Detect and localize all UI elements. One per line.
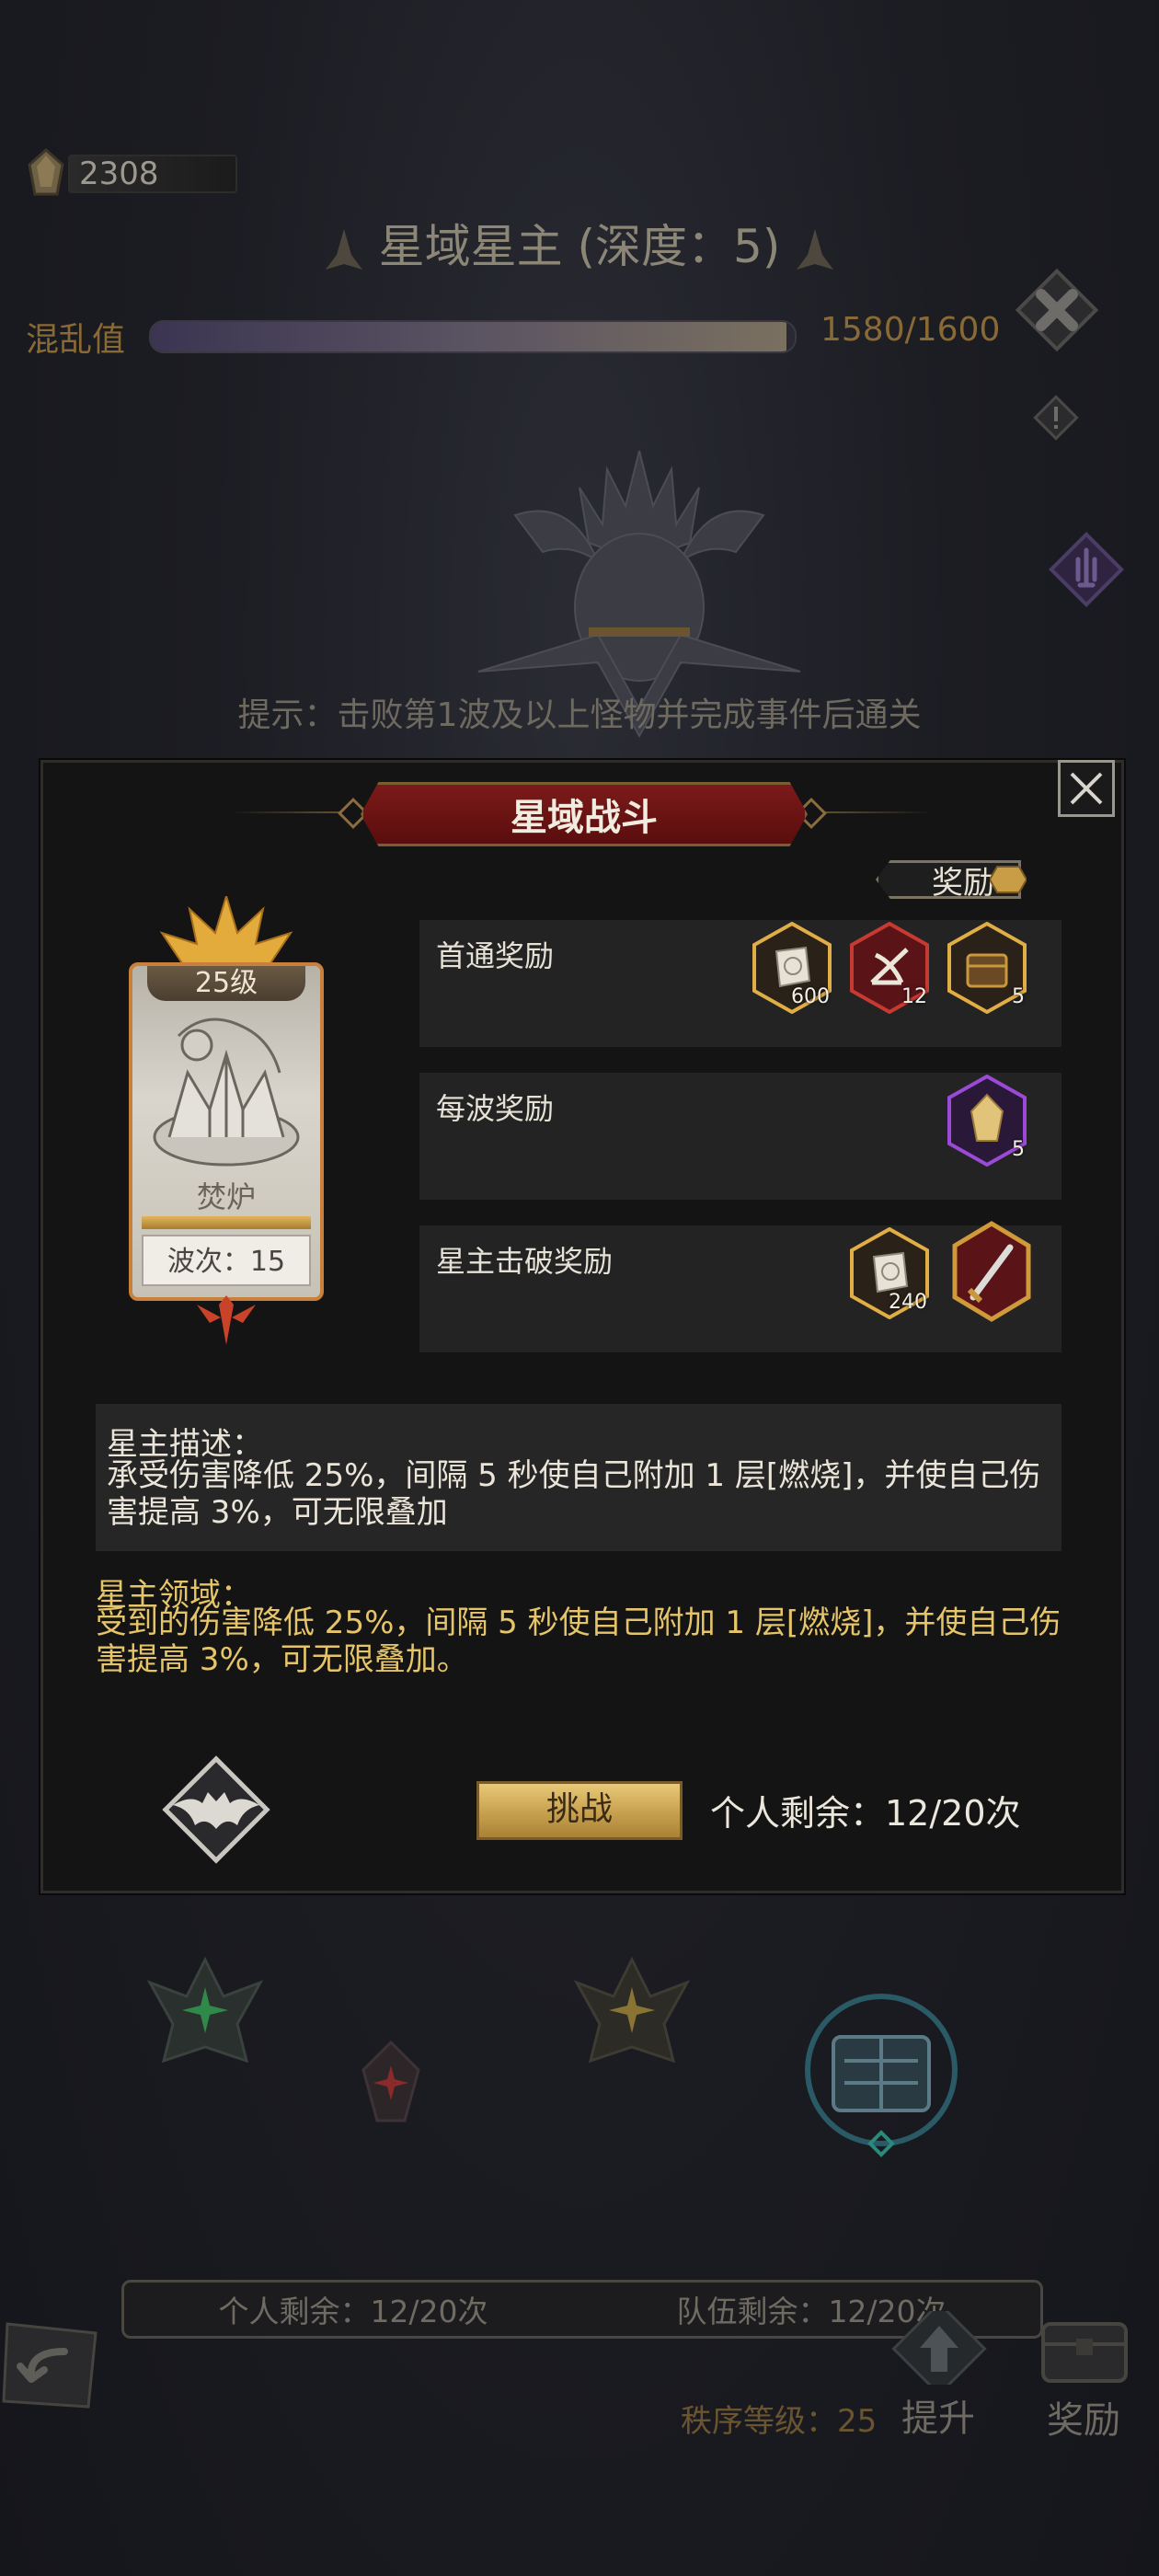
reward-count: 5	[1012, 1138, 1025, 1161]
reward-item[interactable]	[946, 1220, 1038, 1323]
boss-description-text: 承受伤害降低 25%，间隔 5 秒使自己附加 1 层[燃烧]，并使自己伤害提高 …	[107, 1457, 1041, 1531]
page-title: 星域星主 (深度：5)	[0, 210, 1159, 276]
reward-count: 12	[901, 985, 927, 1008]
bat-emblem-icon[interactable]	[155, 1750, 278, 1869]
order-level-text: 秩序等级：25	[681, 2403, 878, 2440]
personal-remaining-text: 个人剩余：12/20次	[218, 2294, 488, 2329]
red-node-icon[interactable]	[331, 2033, 451, 2134]
reward-button[interactable]: 奖励	[1030, 2313, 1139, 2442]
close-icon	[1070, 772, 1103, 805]
boss-wave: 波次：15	[142, 1235, 311, 1286]
reward-label: 奖励	[1047, 2399, 1120, 2442]
chest-icon	[1041, 2322, 1128, 2383]
green-node-icon[interactable]	[136, 1941, 274, 2079]
boss-domain-text: 受到的伤害降低 25%，间隔 5 秒使自己附加 1 层[燃烧]，并使自己伤害提高…	[96, 1604, 1061, 1678]
gold-node-icon[interactable]	[563, 1941, 701, 2079]
furnace-boss-portrait	[153, 1018, 300, 1167]
boss-level: 25级	[147, 966, 305, 1001]
chaos-value: 1580/1600	[820, 311, 1001, 349]
hint-text: 提示：击败第1波及以上怪物并完成事件后通关	[237, 696, 922, 734]
chaos-progress-bar	[149, 320, 797, 353]
reward-item[interactable]: 5	[946, 1074, 1028, 1167]
dialog-title: 星域战斗	[361, 782, 808, 846]
per-wave-reward-label: 每波奖励	[436, 1091, 555, 1126]
flame-ornament-icon	[797, 228, 834, 270]
reward-item[interactable]: 600	[751, 921, 833, 1015]
boss-card-bar	[142, 1216, 311, 1229]
chaos-progress-fill	[151, 322, 787, 351]
currency-display: 2308	[20, 145, 237, 202]
reward-item[interactable]: 240	[848, 1226, 931, 1320]
boss-name: 焚炉	[196, 1179, 256, 1214]
back-arrow-icon[interactable]	[0, 2315, 103, 2416]
reward-tag-label: 奖励	[932, 864, 994, 902]
title-text: 星域星主 (深度：5)	[378, 220, 781, 273]
spike-ornament-icon	[197, 1295, 256, 1345]
treasure-gate-icon[interactable]	[789, 1987, 973, 2171]
currency-value: 2308	[68, 155, 237, 193]
flame-ornament-icon	[325, 228, 362, 270]
chaos-label: 混乱值	[26, 321, 126, 359]
title-divider-right	[813, 811, 933, 813]
title-divider-left	[230, 811, 350, 813]
reward-item[interactable]: 5	[946, 921, 1028, 1015]
crystal-icon	[28, 147, 64, 196]
challenge-button[interactable]: 挑战	[476, 1781, 683, 1840]
alert-icon[interactable]	[1032, 394, 1080, 442]
reward-item[interactable]: 12	[848, 921, 931, 1015]
gem-icon	[990, 866, 1027, 893]
dialog-close-button[interactable]	[1058, 760, 1115, 817]
close-icon[interactable]	[1012, 265, 1102, 355]
boss-defeat-reward-label: 星主击破奖励	[436, 1244, 614, 1279]
up-arrow-icon	[891, 2301, 987, 2397]
sword-icon	[952, 1221, 1031, 1322]
skill-icon[interactable]	[1045, 528, 1128, 611]
upgrade-label: 提升	[901, 2398, 975, 2440]
reward-count: 5	[1012, 985, 1025, 1008]
reward-count: 240	[889, 1291, 927, 1314]
personal-remaining-text: 个人剩余：12/20次	[710, 1793, 1021, 1834]
upgrade-button[interactable]: 提升	[885, 2301, 993, 2440]
reward-count: 600	[791, 985, 830, 1008]
first-clear-reward-label: 首通奖励	[436, 938, 555, 973]
